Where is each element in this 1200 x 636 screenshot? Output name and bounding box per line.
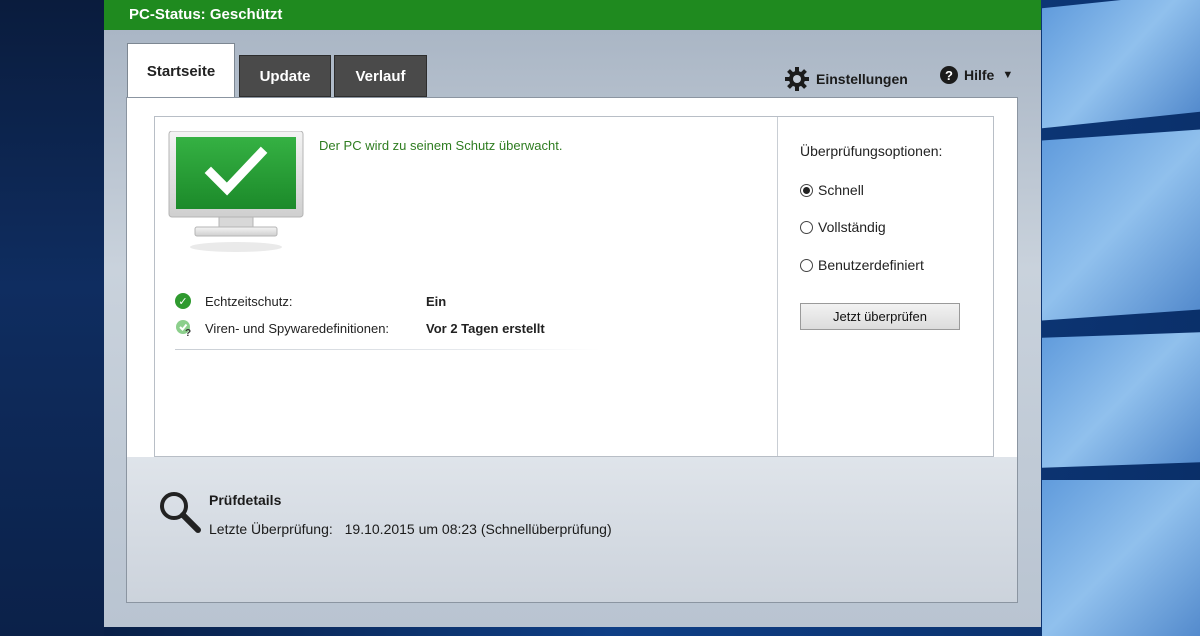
radio-label: Vollständig xyxy=(818,219,886,235)
last-scan-line: Letzte Überprüfung: 19.10.2015 um 08:23 … xyxy=(209,521,612,537)
scan-details-section: Prüfdetails Letzte Überprüfung: 19.10.20… xyxy=(126,457,1018,603)
scan-details-title: Prüfdetails xyxy=(209,492,282,508)
desktop-wallpaper-pane xyxy=(1042,0,1200,129)
help-label: Hilfe xyxy=(964,67,995,83)
desktop-wallpaper-pane xyxy=(1042,129,1200,321)
status-message: Der PC wird zu seinem Schutz überwacht. xyxy=(319,138,563,153)
radio-button[interactable] xyxy=(800,258,813,272)
window-body: Startseite Update Verlauf Einstellungen xyxy=(104,30,1041,627)
status-row-definitions: ? Viren- und Spywaredefinitionen: Vor 2 … xyxy=(175,319,545,337)
svg-text:?: ? xyxy=(185,328,191,337)
definitions-question-icon: ? xyxy=(176,320,191,337)
check-icon: ✓ xyxy=(175,293,191,309)
status-row-value: Ein xyxy=(426,293,447,309)
divider xyxy=(175,349,600,350)
radio-vollstaendig[interactable]: Vollständig xyxy=(800,219,886,235)
status-row-label: Echtzeitschutz: xyxy=(205,293,293,309)
radio-schnell[interactable]: Schnell xyxy=(800,182,864,198)
scan-options-title: Überprüfungsoptionen: xyxy=(800,143,943,159)
status-row-label: Viren- und Spywaredefinitionen: xyxy=(205,320,390,336)
divider xyxy=(777,117,778,456)
chevron-down-icon: ▼ xyxy=(1002,69,1014,81)
status-row-value: Vor 2 Tagen erstellt xyxy=(426,320,545,336)
radio-button-selected[interactable] xyxy=(800,183,813,197)
title-bar[interactable]: PC-Status: Geschützt xyxy=(104,0,1041,30)
gear-icon xyxy=(785,67,809,91)
radio-benutzerdefiniert[interactable]: Benutzerdefiniert xyxy=(800,257,924,273)
defender-window: PC-Status: Geschützt Startseite Update V… xyxy=(104,0,1041,627)
settings-label: Einstellungen xyxy=(816,71,908,87)
desktop-wallpaper-pane xyxy=(1042,480,1200,636)
magnifier-icon xyxy=(160,492,201,533)
tab-startseite[interactable]: Startseite xyxy=(127,43,235,98)
desktop-wallpaper-left xyxy=(0,0,104,636)
window-title: PC-Status: Geschützt xyxy=(129,6,283,23)
radio-button[interactable] xyxy=(800,220,813,234)
scan-now-button[interactable]: Jetzt überprüfen xyxy=(800,303,960,330)
help-menu[interactable]: ? Hilfe ▼ xyxy=(940,66,1013,84)
last-scan-label: Letzte Überprüfung: xyxy=(209,521,333,537)
settings-link[interactable]: Einstellungen xyxy=(784,66,908,92)
protected-monitor-icon xyxy=(168,131,304,252)
status-panel: Der PC wird zu seinem Schutz überwacht. … xyxy=(154,116,994,457)
tab-verlauf[interactable]: Verlauf xyxy=(334,55,427,97)
radio-label: Benutzerdefiniert xyxy=(818,257,924,273)
radio-label: Schnell xyxy=(818,182,864,198)
status-row-realtime: ✓ Echtzeitschutz: Ein xyxy=(175,293,446,309)
last-scan-value: 19.10.2015 um 08:23 (Schnellüberprüfung) xyxy=(344,521,612,537)
desktop-wallpaper-pane xyxy=(1042,332,1200,468)
tab-update[interactable]: Update xyxy=(239,55,331,97)
help-icon: ? xyxy=(940,66,958,84)
